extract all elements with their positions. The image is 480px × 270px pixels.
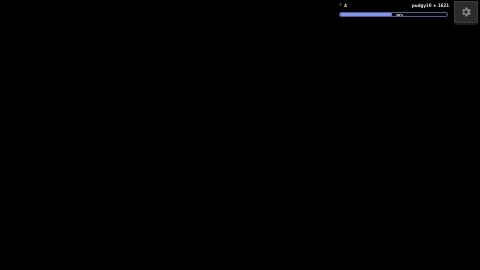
bolt-icon: ⚡ xyxy=(339,3,343,8)
xp-progress-fill xyxy=(340,13,393,16)
top-hud: ⚡ 4 pudgy10 ★ 1621 49% xyxy=(339,3,449,19)
game-viewport: ⚡ 4 pudgy10 ★ 1621 49% xyxy=(0,0,480,270)
energy-counter: ⚡ 4 xyxy=(339,3,347,9)
settings-caption-bar xyxy=(455,23,477,25)
energy-value: 4 xyxy=(344,3,347,8)
settings-button[interactable] xyxy=(454,1,478,23)
gear-icon xyxy=(462,7,471,17)
hud-status-row: ⚡ 4 pudgy10 ★ 1621 xyxy=(339,3,449,9)
player-label: pudgy10 ★ 1621 xyxy=(411,3,449,8)
xp-progress-label: 49% xyxy=(396,13,404,17)
xp-progress-bar: 49% xyxy=(339,12,448,17)
